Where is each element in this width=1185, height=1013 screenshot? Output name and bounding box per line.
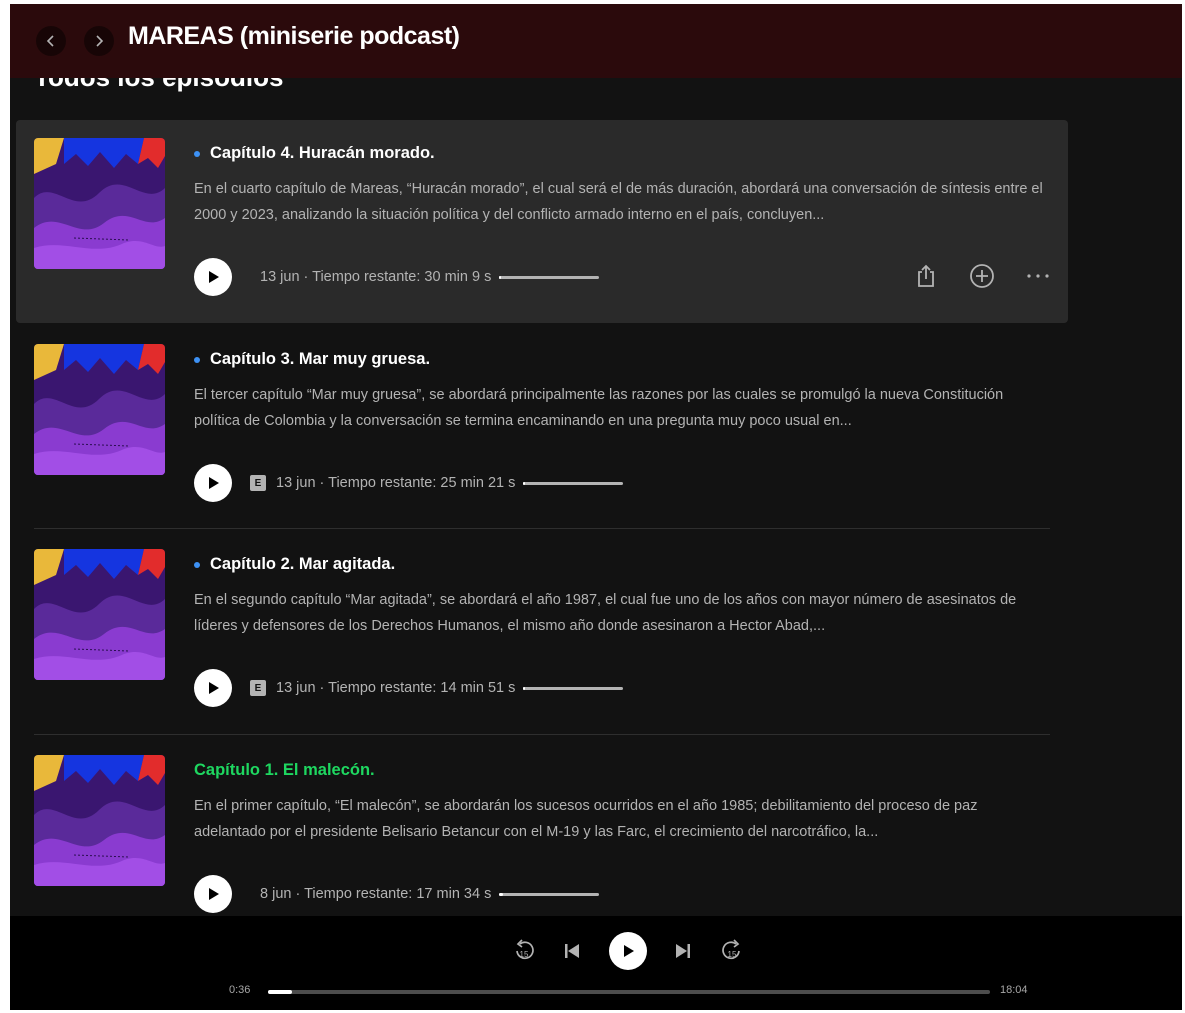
play-button[interactable]	[609, 932, 647, 970]
play-icon	[209, 888, 219, 900]
skip-previous-icon	[565, 944, 579, 958]
skip-back-15-button[interactable]: 15	[513, 938, 535, 962]
episode-progress-bar	[523, 481, 624, 485]
new-episode-dot	[194, 561, 200, 568]
more-icon[interactable]	[1026, 273, 1050, 279]
episode-progress-fill	[499, 892, 504, 896]
playback-progress-bar[interactable]	[268, 990, 990, 994]
next-button[interactable]	[674, 942, 692, 960]
play-episode-button[interactable]	[194, 258, 232, 296]
play-icon	[209, 477, 219, 489]
episode-row[interactable]: Capítulo 2. Mar agitada. En el segundo c…	[16, 531, 1068, 731]
elapsed-time: 0:36	[229, 984, 251, 996]
episode-cover	[34, 138, 165, 269]
episode-cover	[34, 549, 165, 680]
explicit-badge: E	[250, 475, 266, 491]
add-circle-icon[interactable]	[968, 262, 996, 290]
cover-art-image	[34, 755, 165, 886]
episode-description: El tercer capítulo “Mar muy gruesa”, se …	[194, 387, 1004, 429]
playback-progress-fill	[268, 990, 292, 994]
episode-progress-fill	[523, 481, 526, 485]
app-window: Todos los episodios MAREAS (miniserie po…	[10, 4, 1182, 1010]
total-time: 18:04	[1000, 984, 1028, 996]
play-episode-button[interactable]	[194, 669, 232, 707]
episode-meta: 13 jun · Tiempo restante: 30 min 9 s	[260, 269, 492, 285]
top-bar: MAREAS (miniserie podcast)	[10, 4, 1182, 78]
episode-progress-bar	[499, 275, 600, 279]
divider	[34, 528, 1050, 529]
play-icon	[209, 271, 219, 283]
episode-title[interactable]: Capítulo 1. El malecón.	[194, 761, 375, 780]
episode-meta: 8 jun · Tiempo restante: 17 min 34 s	[260, 886, 492, 902]
skip-forward-15-button[interactable]: 15	[721, 938, 743, 962]
skip-forward-15-icon: 15	[722, 939, 740, 960]
chevron-right-icon	[96, 35, 104, 47]
episode-progress-fill	[499, 275, 502, 279]
play-icon	[624, 945, 634, 957]
play-icon	[209, 682, 219, 694]
skip-next-icon	[676, 944, 690, 958]
episode-title[interactable]: Capítulo 3. Mar muy gruesa.	[210, 350, 430, 369]
divider	[34, 734, 1050, 735]
episode-progress-bar	[523, 686, 624, 690]
episode-row[interactable]: Capítulo 1. El malecón. En el primer cap…	[16, 737, 1068, 917]
episode-meta: 13 jun · Tiempo restante: 25 min 21 s	[276, 475, 516, 491]
previous-button[interactable]	[563, 942, 581, 960]
cover-art-image	[34, 344, 165, 475]
cover-art-image	[34, 138, 165, 269]
skip-back-15-icon: 15	[516, 939, 534, 960]
page-title: MAREAS (miniserie podcast)	[128, 22, 460, 50]
play-episode-button[interactable]	[194, 875, 232, 913]
episode-description: En el segundo capítulo “Mar agitada”, se…	[194, 592, 1017, 634]
new-episode-dot	[194, 150, 200, 157]
episode-title[interactable]: Capítulo 2. Mar agitada.	[210, 555, 395, 574]
episode-cover	[34, 755, 165, 886]
episode-meta: 13 jun · Tiempo restante: 14 min 51 s	[276, 680, 516, 696]
episode-description: En el primer capítulo, “El malecón”, se …	[194, 798, 978, 840]
share-icon[interactable]	[914, 263, 938, 289]
play-episode-button[interactable]	[194, 464, 232, 502]
episode-row[interactable]: Capítulo 3. Mar muy gruesa. El tercer ca…	[16, 326, 1068, 526]
cover-art-image	[34, 549, 165, 680]
skip-back-label: 15	[520, 950, 529, 959]
episode-progress-bar	[499, 892, 600, 896]
skip-forward-label: 15	[728, 950, 737, 959]
back-button[interactable]	[36, 26, 66, 56]
chevron-left-icon	[46, 35, 54, 47]
episode-title[interactable]: Capítulo 4. Huracán morado.	[210, 144, 435, 163]
episode-cover	[34, 344, 165, 475]
explicit-badge: E	[250, 680, 266, 696]
new-episode-dot	[194, 356, 200, 363]
episode-description: En el cuarto capítulo de Mareas, “Huracá…	[194, 181, 1043, 223]
episode-progress-fill	[523, 686, 526, 690]
forward-button[interactable]	[84, 26, 114, 56]
episode-row[interactable]: Capítulo 4. Huracán morado. En el cuarto…	[16, 120, 1068, 323]
